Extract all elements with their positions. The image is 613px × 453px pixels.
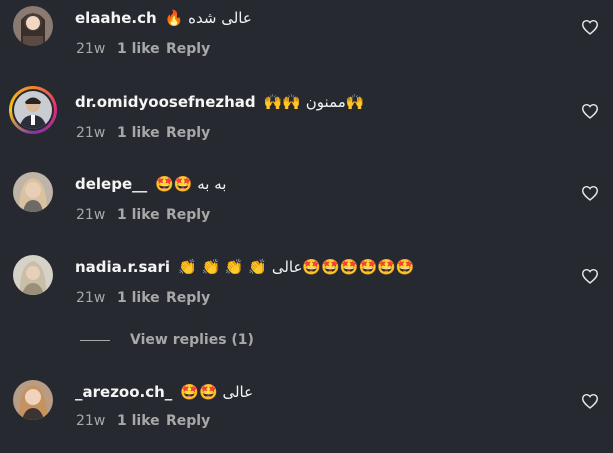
comment-meta: 21w 1 like Reply [76, 125, 210, 141]
view-replies-label: View replies (1) [130, 332, 254, 348]
comment-likes[interactable]: 1 like [117, 207, 166, 223]
comment-line: nadia.r.sari 👏 👏 👏 👏 عالی🤩🤩🤩🤩🤩🤩 [75, 255, 414, 279]
heart-outline-icon[interactable] [581, 19, 599, 35]
comment-username[interactable]: elaahe.ch [75, 9, 157, 27]
comment-meta: 21w 1 like Reply [76, 41, 210, 57]
comment-time[interactable]: 21w [76, 41, 117, 57]
comment-username[interactable]: _arezoo.ch_ [75, 383, 172, 401]
comment-time[interactable]: 21w [76, 207, 117, 223]
comment-username[interactable]: dr.omidyoosefnezhad [75, 93, 256, 111]
comment-text: 🔥 عالی شده [164, 9, 252, 27]
avatar[interactable] [13, 255, 53, 295]
reply-button[interactable]: Reply [166, 290, 210, 306]
comment-time[interactable]: 21w [76, 125, 117, 141]
avatar[interactable] [13, 380, 53, 420]
comment-likes[interactable]: 1 like [117, 125, 166, 141]
comment-time[interactable]: 21w [76, 413, 117, 429]
avatar[interactable] [13, 6, 53, 46]
comment-likes[interactable]: 1 like [117, 41, 166, 57]
divider [80, 339, 110, 341]
comment-time[interactable]: 21w [76, 290, 117, 306]
comment-username[interactable]: delepe__ [75, 175, 147, 193]
comment-username[interactable]: nadia.r.sari [75, 258, 170, 276]
comment-line: delepe__ 🤩🤩 به به [75, 172, 226, 196]
comment-text: 🤩🤩 عالی [180, 383, 254, 401]
comment-likes[interactable]: 1 like [117, 290, 166, 306]
comment-line: elaahe.ch 🔥 عالی شده [75, 6, 252, 30]
comment-text: 👏 👏 👏 👏 عالی🤩🤩🤩🤩🤩🤩 [178, 258, 415, 276]
reply-button[interactable]: Reply [166, 413, 210, 429]
heart-outline-icon[interactable] [581, 393, 599, 409]
avatar[interactable] [13, 172, 53, 212]
comment-line: dr.omidyoosefnezhad 🙌🙌 ممنون🙌 [75, 90, 364, 114]
view-replies-button[interactable]: View replies (1) [80, 332, 254, 348]
comment-meta: 21w 1 like Reply [76, 207, 210, 223]
heart-outline-icon[interactable] [581, 268, 599, 284]
comment-meta: 21w 1 like Reply [76, 290, 210, 306]
reply-button[interactable]: Reply [166, 125, 210, 141]
comment-line: _arezoo.ch_ 🤩🤩 عالی [75, 380, 253, 404]
heart-outline-icon[interactable] [581, 103, 599, 119]
comment-text: 🙌🙌 ممنون🙌 [263, 93, 365, 111]
comment-text: 🤩🤩 به به [155, 175, 227, 193]
reply-button[interactable]: Reply [166, 41, 210, 57]
comment-likes[interactable]: 1 like [117, 413, 166, 429]
avatar[interactable] [9, 86, 57, 134]
comment-meta: 21w 1 like Reply [76, 413, 210, 429]
reply-button[interactable]: Reply [166, 207, 210, 223]
heart-outline-icon[interactable] [581, 185, 599, 201]
